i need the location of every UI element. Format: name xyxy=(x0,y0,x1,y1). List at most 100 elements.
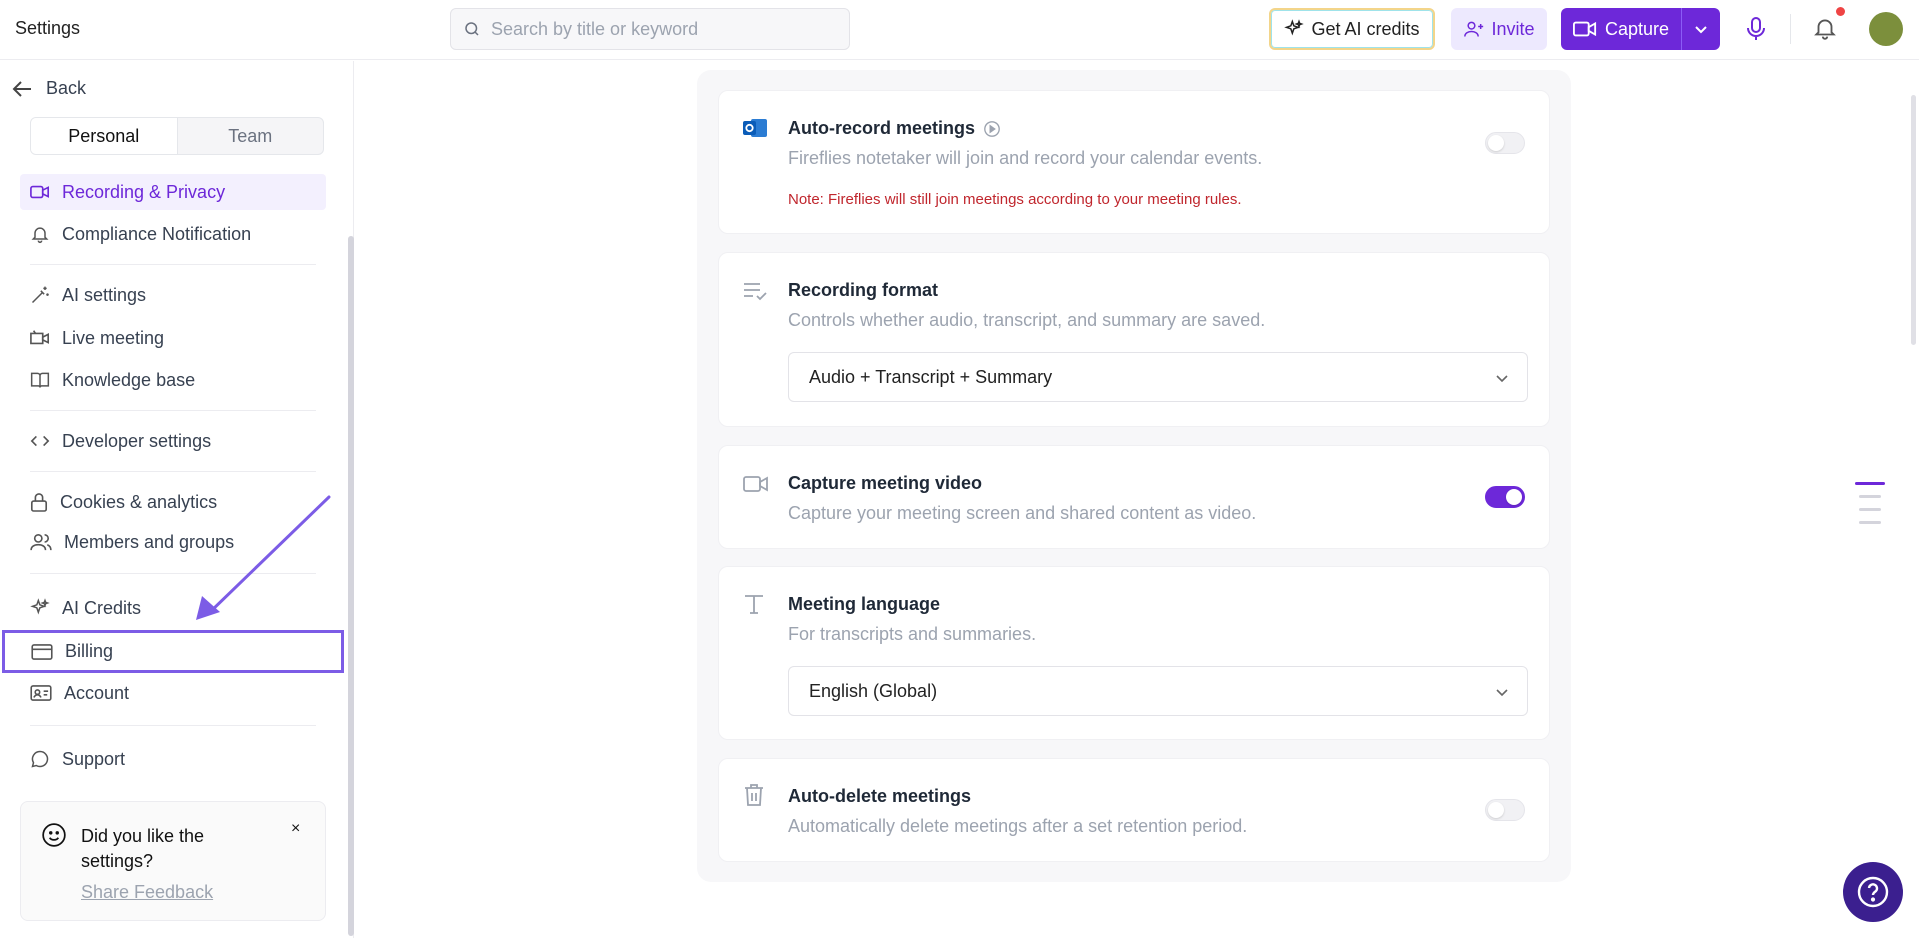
sidebar-divider xyxy=(30,725,316,726)
recording-format-card: Recording format Controls whether audio,… xyxy=(718,252,1550,427)
chevron-down-icon xyxy=(1495,371,1509,385)
meeting-language-select[interactable]: English (Global) xyxy=(788,666,1528,716)
auto-delete-description: Automatically delete meetings after a se… xyxy=(788,816,1248,836)
feedback-question: Did you like the settings? xyxy=(81,826,205,871)
video-camera-icon xyxy=(743,474,769,494)
video-camera-icon xyxy=(1573,20,1597,38)
sidebar-item-billing[interactable]: Billing xyxy=(2,630,344,673)
sidebar-item-label: Support xyxy=(62,748,126,769)
arrow-left-icon xyxy=(12,80,32,98)
id-card-icon xyxy=(30,685,52,701)
sidebar-item-label: Developer settings xyxy=(62,430,212,451)
auto-record-title: Auto-record meetings xyxy=(788,118,1001,139)
sidebar-scrollbar[interactable] xyxy=(348,236,354,936)
sidebar-item-ai-settings[interactable]: AI settings xyxy=(20,277,326,313)
sidebar-item-label: Billing xyxy=(65,641,114,661)
auto-record-toggle[interactable] xyxy=(1485,132,1525,154)
sidebar-item-support[interactable]: Support xyxy=(20,741,326,777)
outlook-icon xyxy=(743,117,767,139)
capture-video-title: Capture meeting video xyxy=(788,473,983,493)
search-icon xyxy=(463,20,481,38)
feedback-card: Did you like the settings? Share Feedbac… xyxy=(20,801,326,921)
meeting-language-value: English (Global) xyxy=(809,680,938,701)
sidebar-item-label: AI Credits xyxy=(62,597,142,618)
capture-video-toggle[interactable] xyxy=(1485,486,1525,508)
sidebar-item-recording-privacy[interactable]: Recording & Privacy xyxy=(20,174,326,210)
sidebar-item-account[interactable]: Account xyxy=(20,675,326,711)
auto-record-description: Fireflies notetaker will join and record… xyxy=(788,148,1263,168)
table-of-contents-icon[interactable] xyxy=(1855,482,1885,524)
sidebar-divider xyxy=(30,264,316,265)
bell-icon xyxy=(30,224,50,244)
capture-main-button[interactable]: Capture xyxy=(1561,8,1682,50)
chevron-down-icon xyxy=(1694,22,1708,36)
invite-label: Invite xyxy=(1491,18,1535,39)
sidebar-item-label: Knowledge base xyxy=(62,369,196,390)
sidebar-item-label: Compliance Notification xyxy=(62,223,252,244)
get-ai-credits-label: Get AI credits xyxy=(1311,18,1420,39)
chevron-down-icon xyxy=(1495,685,1509,699)
toggle-knob xyxy=(1506,489,1522,505)
sidebar-item-label: Live meeting xyxy=(62,327,165,348)
scope-toggle: Personal Team xyxy=(30,117,324,155)
user-avatar[interactable] xyxy=(1869,12,1903,46)
get-ai-credits-button[interactable]: Get AI credits xyxy=(1269,8,1435,50)
capture-video-description: Capture your meeting screen and shared c… xyxy=(788,503,1257,523)
magic-wand-icon xyxy=(30,285,50,305)
sidebar-item-knowledge-base[interactable]: Knowledge base xyxy=(20,362,326,398)
credit-card-icon xyxy=(31,643,53,660)
lock-icon xyxy=(30,492,48,512)
recording-format-value: Audio + Transcript + Summary xyxy=(809,366,1053,387)
meeting-language-title: Meeting language xyxy=(788,594,941,614)
close-icon[interactable]: × xyxy=(291,820,300,838)
invite-button[interactable]: Invite xyxy=(1451,8,1547,50)
sidebar-item-developer-settings[interactable]: Developer settings xyxy=(20,423,326,459)
code-icon xyxy=(30,433,50,449)
help-icon xyxy=(1856,875,1890,909)
notification-badge xyxy=(1836,7,1845,16)
search-box[interactable] xyxy=(450,8,850,50)
help-button[interactable] xyxy=(1843,862,1903,922)
sidebar-item-label: AI settings xyxy=(62,284,147,305)
text-type-icon xyxy=(743,593,765,615)
header-divider xyxy=(1790,14,1791,44)
capture-button[interactable]: Capture xyxy=(1561,8,1720,50)
capture-video-card: Capture meeting video Capture your meeti… xyxy=(718,445,1550,549)
auto-record-note: Note: Fireflies will still join meetings… xyxy=(788,191,1242,208)
back-button[interactable]: Back xyxy=(12,78,86,99)
annotation-arrow-icon xyxy=(190,490,335,625)
share-feedback-link[interactable]: Share Feedback xyxy=(81,882,213,903)
page-title: Settings xyxy=(15,18,81,38)
microphone-icon[interactable] xyxy=(1744,16,1768,42)
notifications-bell-icon[interactable] xyxy=(1812,15,1838,41)
smiley-icon xyxy=(41,822,67,848)
sparkle-icon xyxy=(30,598,50,618)
video-icon xyxy=(30,184,50,200)
recording-format-description: Controls whether audio, transcript, and … xyxy=(788,310,1266,330)
toggle-knob xyxy=(1488,135,1504,151)
sidebar-item-compliance-notification[interactable]: Compliance Notification xyxy=(20,216,326,252)
live-video-icon xyxy=(30,329,50,347)
recording-format-select[interactable]: Audio + Transcript + Summary xyxy=(788,352,1528,402)
tab-team[interactable]: Team xyxy=(178,118,324,154)
auto-delete-toggle[interactable] xyxy=(1485,799,1525,821)
auto-delete-title: Auto-delete meetings xyxy=(788,786,972,806)
recording-format-title: Recording format xyxy=(788,280,939,300)
chat-icon xyxy=(30,749,50,769)
sidebar-divider xyxy=(30,410,316,411)
sidebar-item-live-meeting[interactable]: Live meeting xyxy=(20,320,326,356)
meeting-language-card: Meeting language For transcripts and sum… xyxy=(718,566,1550,740)
sidebar-item-label: Account xyxy=(64,682,130,703)
capture-dropdown-button[interactable] xyxy=(1682,8,1720,50)
toggle-knob xyxy=(1488,802,1504,818)
main-scrollbar[interactable] xyxy=(1911,95,1916,345)
search-input[interactable] xyxy=(491,18,831,40)
users-icon xyxy=(30,533,52,551)
tab-personal[interactable]: Personal xyxy=(31,118,178,154)
capture-label: Capture xyxy=(1605,18,1670,39)
trash-icon xyxy=(743,783,765,807)
auto-record-card: Auto-record meetings Fireflies notetaker… xyxy=(718,90,1550,234)
auto-delete-card: Auto-delete meetings Automatically delet… xyxy=(718,758,1550,862)
play-circle-icon[interactable] xyxy=(983,120,1001,138)
list-check-icon xyxy=(743,281,767,301)
